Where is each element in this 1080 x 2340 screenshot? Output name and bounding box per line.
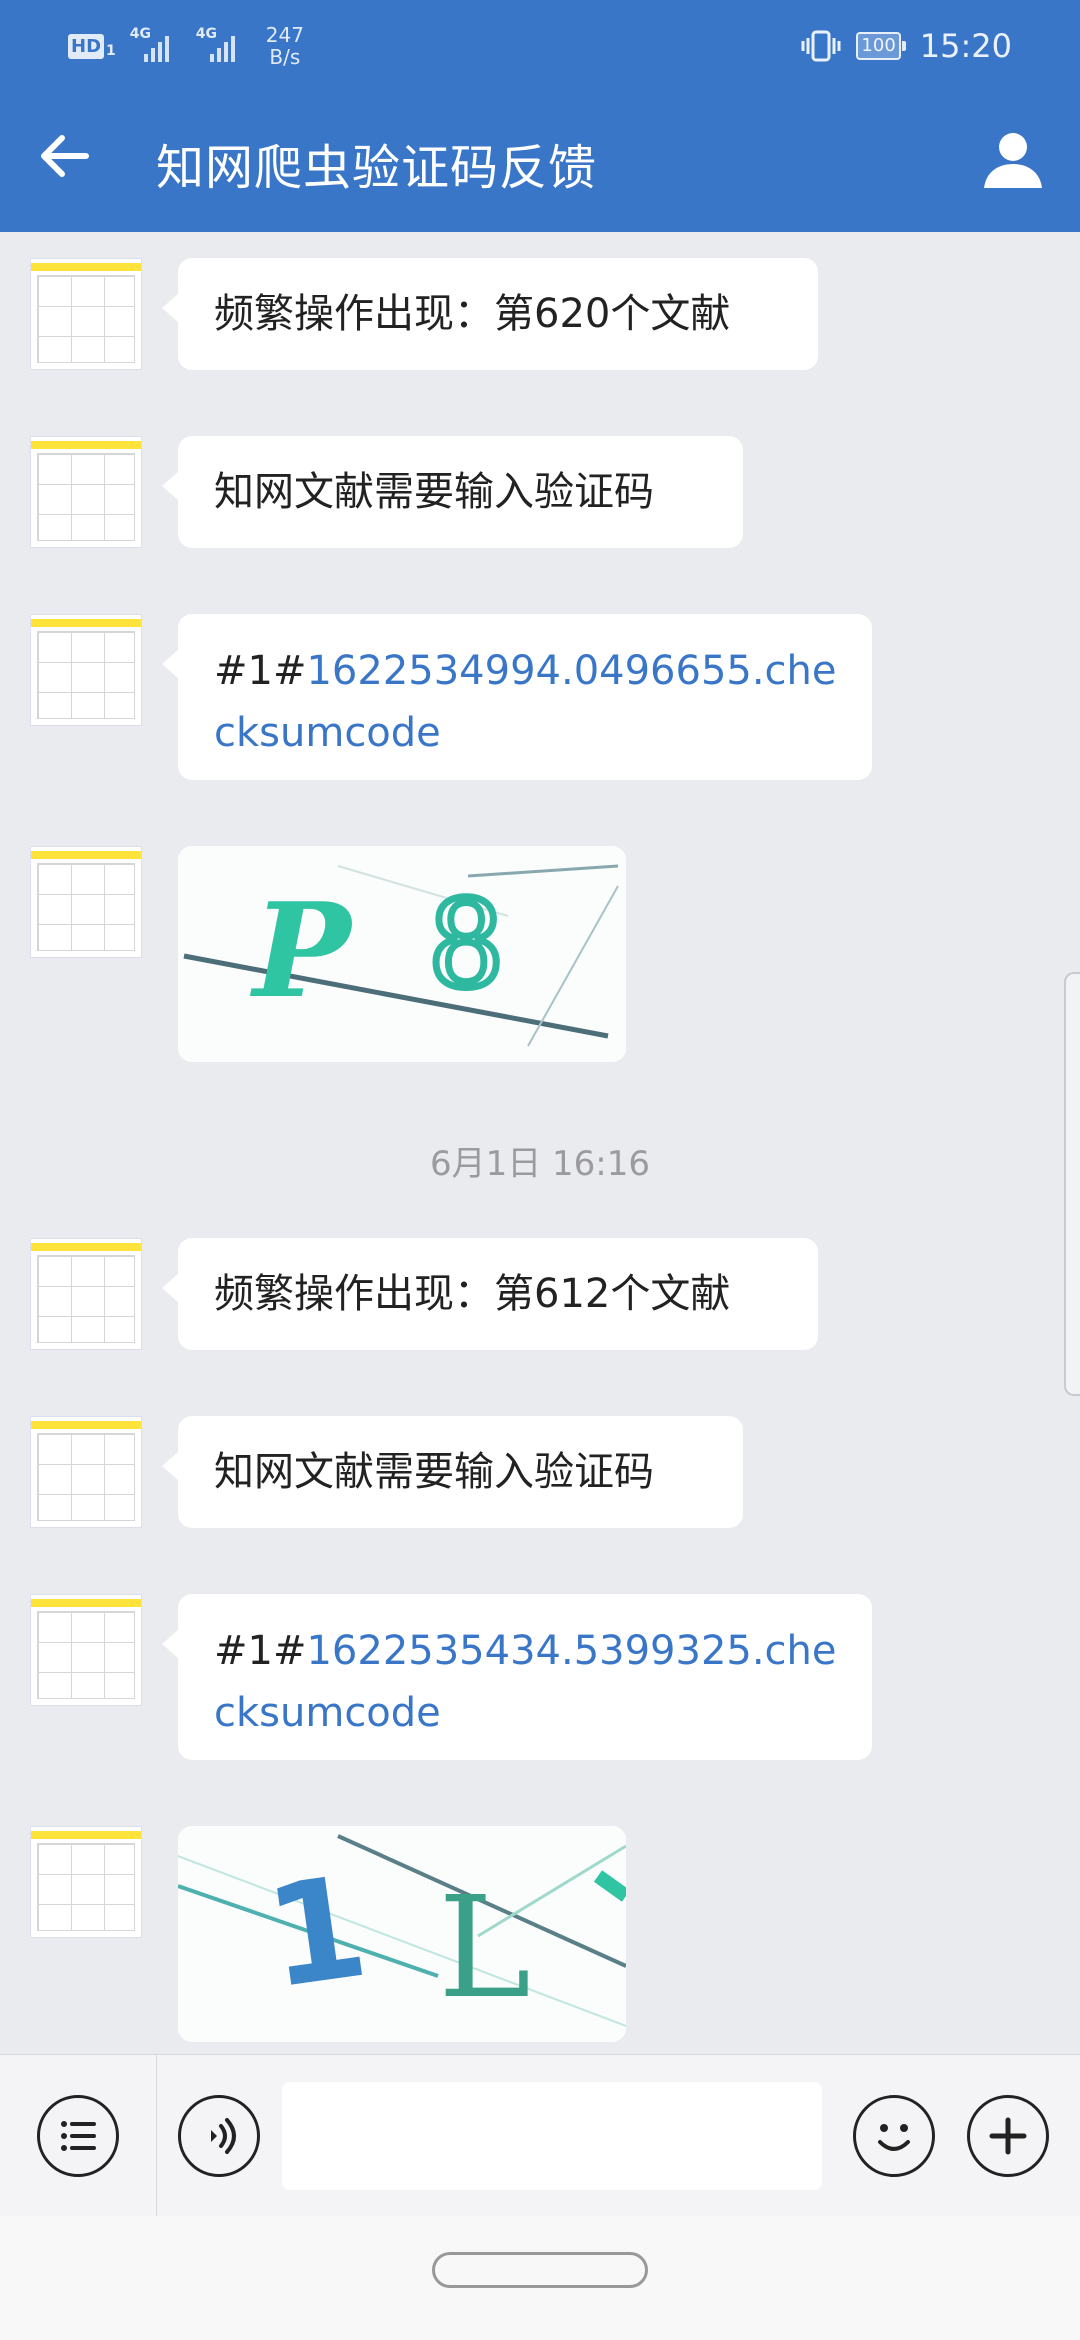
bot-avatar[interactable] [30, 436, 142, 548]
chat-timestamp: 6月1日 16:16 [429, 1144, 651, 1184]
bot-avatar[interactable] [30, 1416, 142, 1528]
captcha-graphic: 1 L [178, 1826, 626, 2042]
message-link-cont[interactable]: cksumcode [214, 702, 836, 764]
user-icon[interactable] [982, 128, 1044, 190]
message-bubble[interactable]: 知网文献需要输入验证码 [162, 436, 743, 548]
input-bar [0, 2054, 1080, 2217]
chat-list[interactable]: 频繁操作出现：第620个文献 知网文献需要输入验证码 #1#1622534994… [0, 232, 1080, 2054]
message-link[interactable]: 1622535434.5399325.che [306, 1628, 836, 1674]
network-speed: 247 B/s [265, 23, 304, 69]
voice-icon[interactable] [178, 2095, 260, 2177]
vibrate-icon [801, 30, 841, 62]
battery-icon: 100 [856, 32, 906, 60]
captcha-char: L [438, 1867, 531, 2030]
message-bubble-link[interactable]: #1#1622535434.5399325.che cksumcode [162, 1594, 872, 1760]
scroll-indicator[interactable] [1064, 972, 1080, 1396]
bot-avatar[interactable] [30, 614, 142, 726]
bot-avatar[interactable] [30, 258, 142, 370]
status-time: 15:20 [919, 27, 1012, 65]
smiley-icon[interactable] [853, 2095, 935, 2177]
message-link[interactable]: 1622534994.0496655.che [306, 648, 836, 694]
page-title: 知网爬虫验证码反馈 [156, 140, 598, 196]
bot-avatar[interactable] [30, 1594, 142, 1706]
captcha-graphic: P 8 [178, 846, 626, 1062]
captcha-image[interactable]: 1 L [178, 1826, 626, 2042]
home-indicator[interactable] [432, 2252, 648, 2288]
bot-avatar[interactable] [30, 1826, 142, 1938]
message-link-cont[interactable]: cksumcode [214, 1682, 836, 1744]
bot-avatar[interactable] [30, 846, 142, 958]
status-bar: HD 1 4G 4G 247 B/s 100 15:20 [0, 0, 1080, 90]
captcha-char: P [249, 874, 354, 1027]
arrow-left-icon[interactable] [34, 126, 94, 186]
signal-icon: 4G [130, 26, 182, 66]
system-nav-bar [0, 2216, 1080, 2340]
message-bubble-link[interactable]: #1#1622534994.0496655.che cksumcode [162, 614, 872, 780]
plus-icon[interactable] [967, 2095, 1049, 2177]
hd-indicator: HD 1 [68, 33, 116, 59]
bot-avatar[interactable] [30, 1238, 142, 1350]
captcha-char: 8 [428, 876, 504, 1015]
message-input[interactable] [282, 2082, 822, 2190]
app-header: 知网爬虫验证码反馈 [0, 90, 1080, 232]
list-menu-icon[interactable] [37, 2095, 119, 2177]
captcha-image[interactable]: P 8 [178, 846, 626, 1062]
top-bar: HD 1 4G 4G 247 B/s 100 15:20 知网爬虫验证码反馈 [0, 0, 1080, 232]
input-divider [156, 2055, 157, 2217]
message-bubble[interactable]: 知网文献需要输入验证码 [162, 1416, 743, 1528]
message-bubble[interactable]: 频繁操作出现：第612个文献 [162, 1238, 818, 1350]
signal-icon-2: 4G [196, 26, 248, 66]
message-bubble[interactable]: 频繁操作出现：第620个文献 [162, 258, 818, 370]
